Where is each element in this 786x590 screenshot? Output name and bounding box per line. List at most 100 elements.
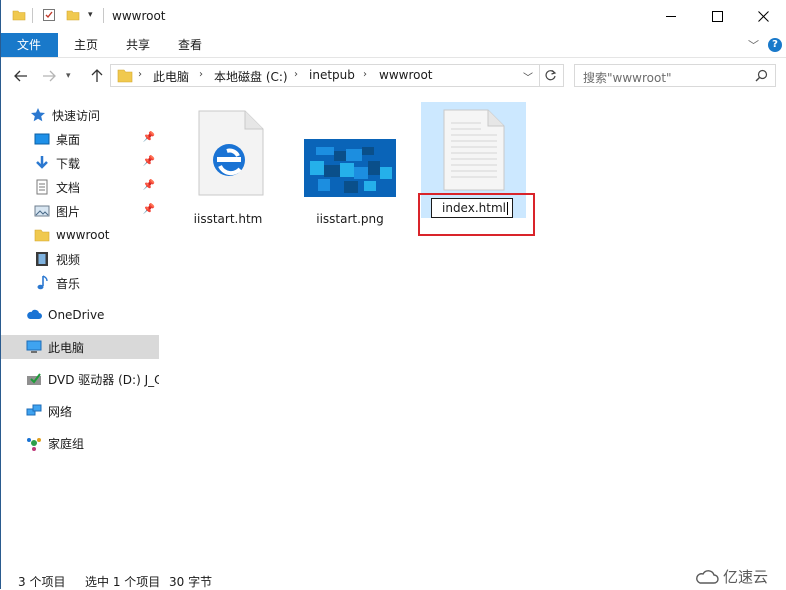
maximize-icon [711, 11, 723, 22]
status-bar: 3 个项目 选中 1 个项目 30 字节 亿速云 [0, 568, 786, 589]
video-icon [36, 252, 48, 266]
title-bar: ▾ wwwroot [0, 0, 786, 33]
watermark-text: 亿速云 [723, 568, 769, 586]
properties-icon[interactable] [42, 8, 56, 22]
tab-file[interactable]: 文件 [0, 33, 58, 57]
chevron-right-icon: › [138, 69, 142, 80]
customize-quick-access-icon[interactable]: ▾ [88, 10, 93, 20]
chevron-right-icon: › [199, 69, 203, 80]
desktop-icon [34, 133, 50, 145]
download-icon [36, 156, 48, 169]
folder-icon [34, 229, 50, 242]
cloud-icon [27, 309, 42, 319]
sidebar-item-label: 视频 [56, 252, 81, 267]
sidebar-item-onedrive[interactable]: OneDrive [0, 303, 159, 327]
sidebar-item-label: 下载 [56, 156, 81, 171]
forward-button[interactable] [40, 67, 58, 85]
chevron-right-icon: › [363, 69, 367, 80]
selection-count: 选中 1 个项目 [85, 575, 161, 589]
document-icon [36, 179, 48, 195]
html-file-icon [443, 109, 505, 191]
music-icon [37, 275, 48, 290]
tab-share[interactable]: 共享 [116, 33, 160, 57]
sidebar-item-label: DVD 驱动器 (D:) J_C [48, 372, 159, 387]
selection-size: 30 字节 [169, 575, 213, 589]
tab-home[interactable]: 主页 [64, 33, 108, 57]
file-name: iisstart.htm [193, 212, 263, 226]
sidebar-item-music[interactable]: 音乐 [0, 271, 159, 295]
search-placeholder: 搜索"wwwroot" [583, 71, 672, 85]
search-icon[interactable] [755, 69, 768, 82]
sidebar-item-label: 网络 [48, 404, 73, 419]
close-icon [757, 11, 769, 22]
breadcrumb-inetpub[interactable]: inetpub [309, 68, 355, 82]
window-border [0, 0, 1, 589]
image-thumbnail-icon [304, 139, 396, 197]
recent-locations-icon[interactable]: ▾ [66, 71, 71, 81]
rename-input[interactable]: index.html [431, 198, 513, 218]
window-title: wwwroot [112, 9, 166, 23]
pin-icon[interactable]: 📌 [143, 180, 155, 191]
up-button[interactable] [88, 67, 106, 85]
maximize-button[interactable] [694, 0, 740, 33]
sidebar-item-wwwroot[interactable]: wwwroot [0, 223, 159, 247]
sidebar-item-this-pc[interactable]: 此电脑 [0, 335, 159, 359]
divider [103, 8, 104, 23]
address-bar[interactable]: › 此电脑 › 本地磁盘 (C:) › inetpub › wwwroot ﹀ [110, 64, 564, 87]
file-item[interactable]: iisstart.htm [188, 106, 298, 226]
ribbon-tabs: 文件 主页 共享 查看 ﹀ ? [0, 33, 786, 58]
sidebar-item-network[interactable]: 网络 [0, 399, 159, 423]
sidebar-item-documents[interactable]: 文档 📌 [0, 175, 159, 199]
pin-icon[interactable]: 📌 [143, 132, 155, 143]
divider [539, 65, 540, 86]
sidebar-item-downloads[interactable]: 下载 📌 [0, 151, 159, 175]
minimize-button[interactable] [648, 0, 694, 33]
star-icon [31, 108, 45, 122]
ribbon-expand-icon[interactable]: ﹀ [748, 37, 759, 53]
rename-input-value: index.html [442, 201, 506, 215]
address-dropdown-icon[interactable]: ﹀ [523, 69, 533, 84]
folder-icon[interactable] [12, 8, 26, 22]
help-icon[interactable]: ? [768, 38, 782, 52]
sidebar-item-label: 快速访问 [52, 108, 101, 123]
forward-arrow-icon [43, 70, 56, 82]
file-list: iisstart.htm iisstart.png index.html [160, 96, 786, 566]
chevron-right-icon: › [294, 69, 298, 80]
sidebar-item-label: 此电脑 [48, 340, 85, 355]
tab-view[interactable]: 查看 [168, 33, 212, 57]
watermark: 亿速云 [694, 566, 768, 587]
pin-icon[interactable]: 📌 [143, 156, 155, 167]
sidebar-item-label: 图片 [56, 204, 81, 219]
homegroup-icon [27, 438, 41, 451]
item-count: 3 个项目 [18, 575, 66, 589]
sidebar-item-label: 桌面 [56, 132, 81, 147]
breadcrumb-wwwroot[interactable]: wwwroot [379, 68, 433, 82]
back-button[interactable] [12, 67, 30, 85]
sidebar-item-homegroup[interactable]: 家庭组 [0, 431, 159, 455]
dvd-drive-icon [27, 373, 41, 385]
sidebar-item-label: wwwroot [56, 228, 110, 242]
back-arrow-icon [14, 70, 27, 82]
refresh-icon[interactable] [544, 69, 557, 82]
file-item[interactable]: iisstart.png [294, 106, 404, 226]
search-box[interactable]: 搜索"wwwroot" [574, 64, 776, 87]
breadcrumb-local-disk[interactable]: 本地磁盘 (C:) [214, 68, 288, 85]
sidebar-item-videos[interactable]: 视频 [0, 247, 159, 271]
sidebar-item-dvd-drive[interactable]: DVD 驱动器 (D:) J_C [0, 367, 159, 391]
sidebar-item-desktop[interactable]: 桌面 📌 [0, 127, 159, 151]
folder-icon [117, 69, 133, 83]
close-button[interactable] [740, 0, 786, 33]
file-name: iisstart.png [316, 212, 384, 226]
sidebar-item-quick-access[interactable]: 快速访问 [0, 103, 159, 127]
cloud-logo-icon [696, 569, 719, 584]
breadcrumb-this-pc[interactable]: 此电脑 [153, 68, 189, 85]
up-arrow-icon [91, 69, 103, 82]
sidebar-item-pictures[interactable]: 图片 📌 [0, 199, 159, 223]
new-folder-icon[interactable] [66, 8, 80, 22]
picture-icon [34, 205, 50, 217]
navigation-pane: 快速访问 桌面 📌 下载 📌 文档 📌 图片 📌 wwwroot 视频 音乐 O… [0, 96, 160, 566]
pin-icon[interactable]: 📌 [143, 204, 155, 215]
minimize-icon [666, 16, 676, 17]
edge-html-file-icon [198, 110, 264, 196]
sidebar-item-label: 家庭组 [48, 436, 85, 451]
